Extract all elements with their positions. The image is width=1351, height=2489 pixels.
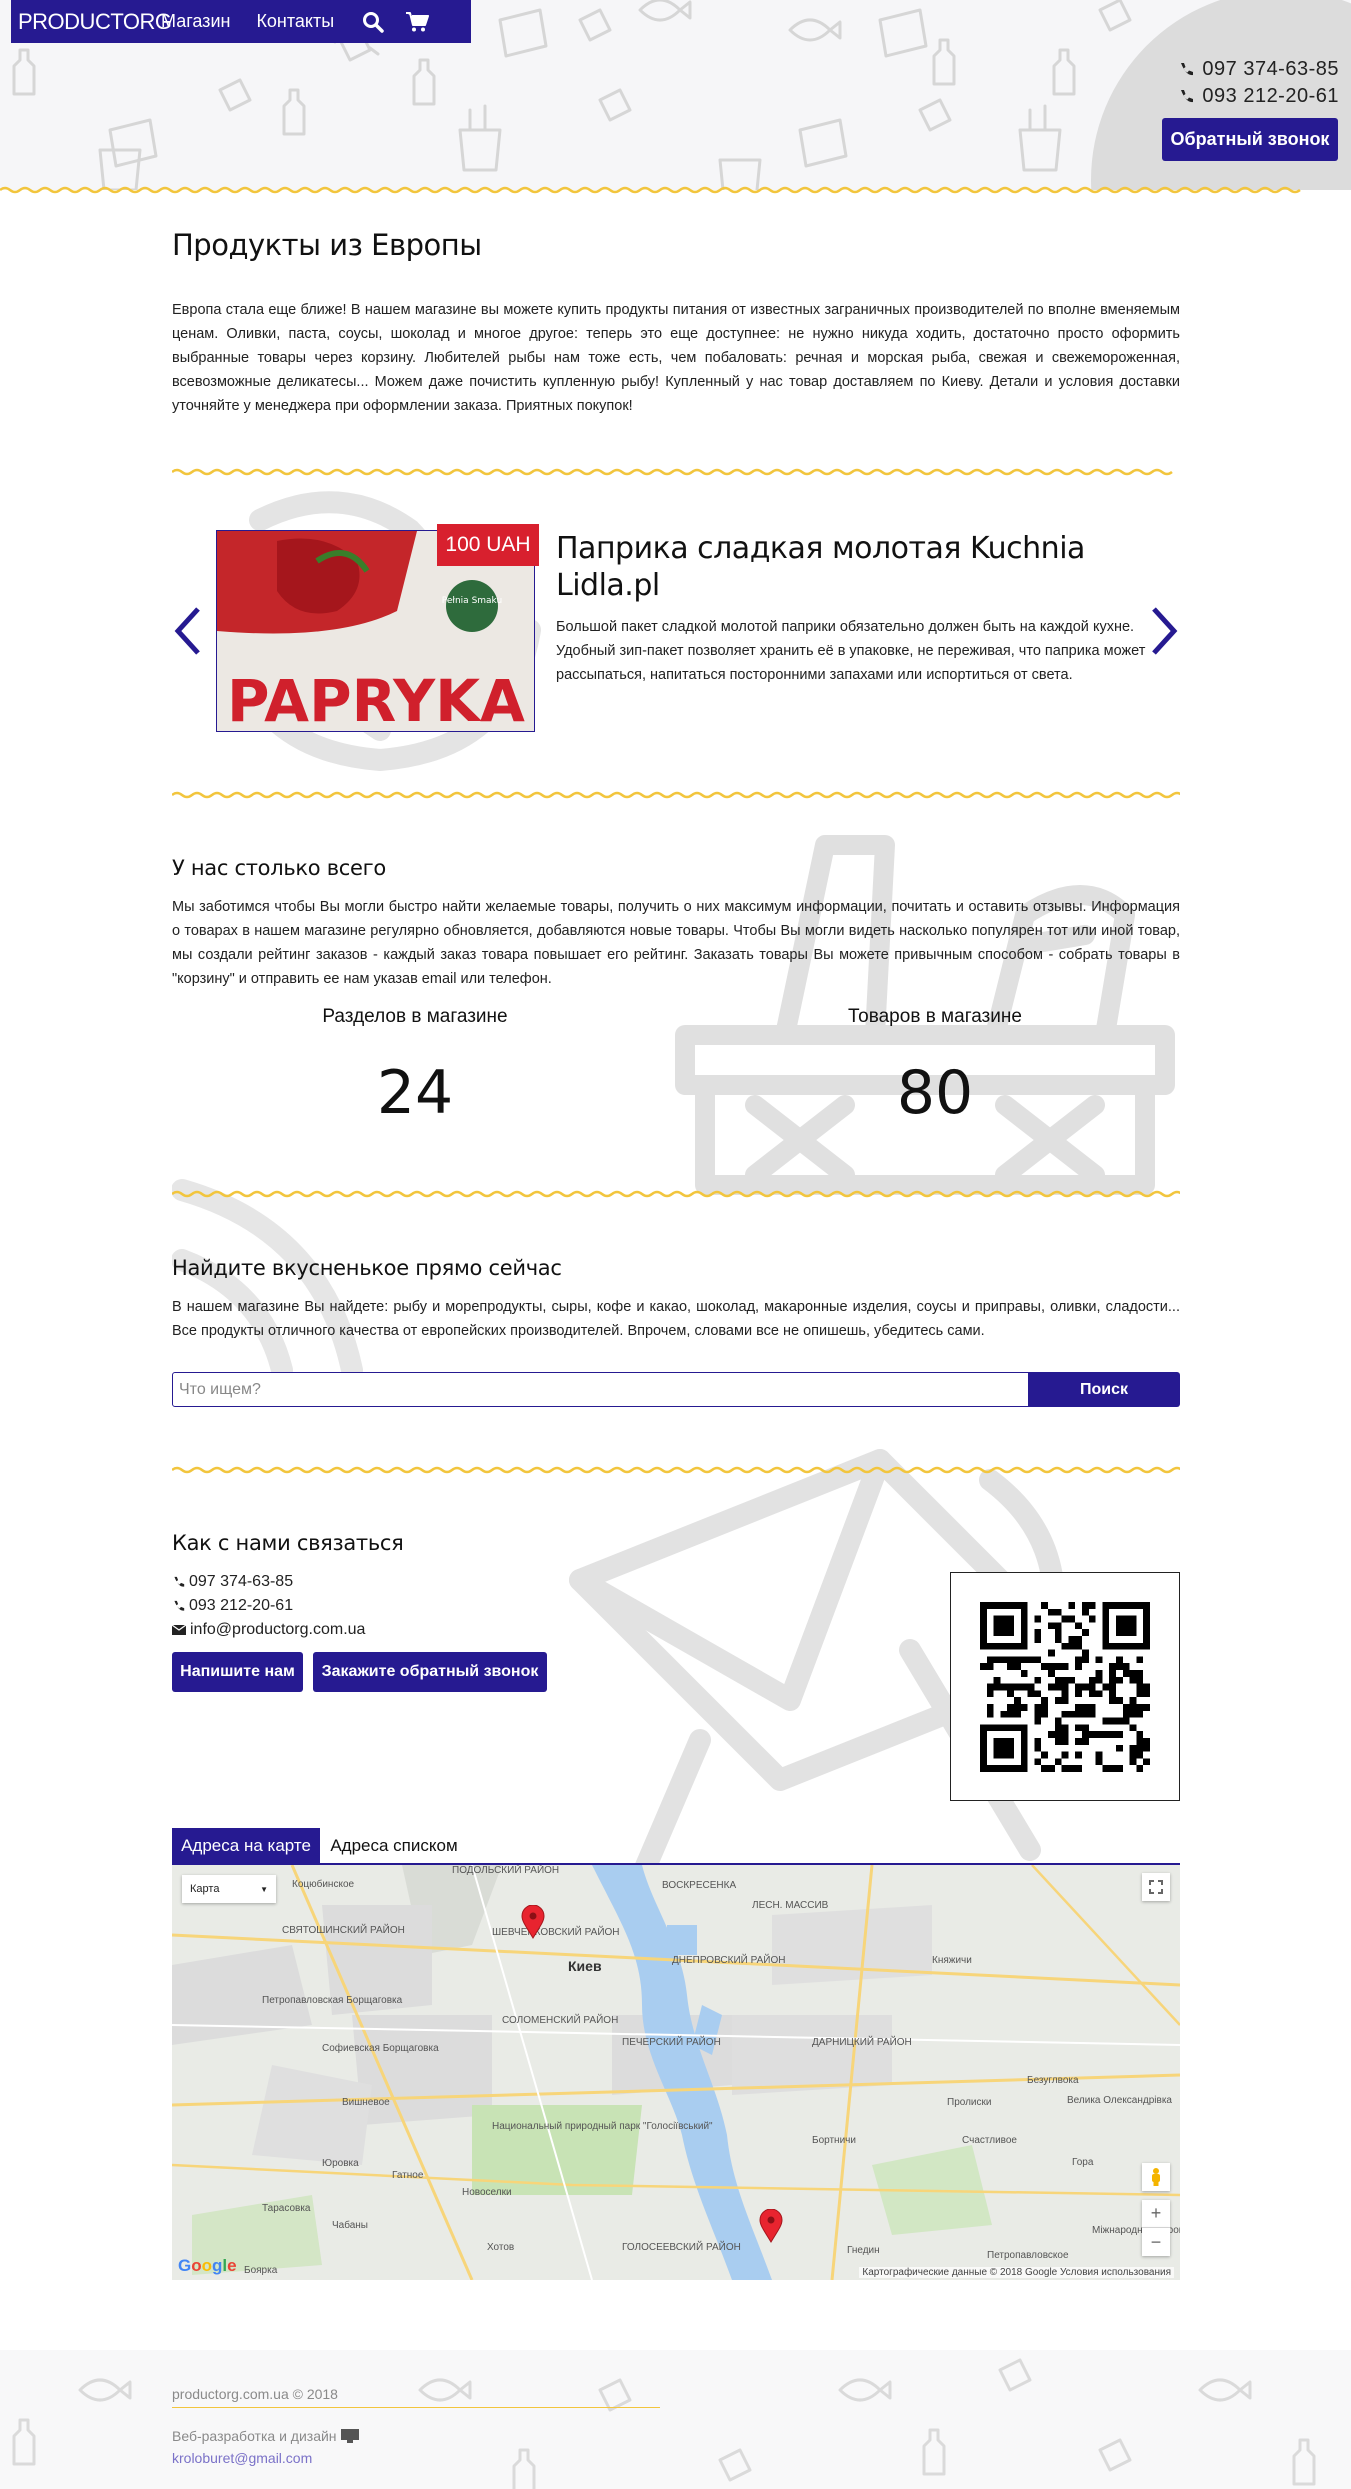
- cart-icon[interactable]: [404, 9, 430, 35]
- zoom-in-icon[interactable]: +: [1142, 2200, 1170, 2228]
- write-us-button[interactable]: Напишите нам: [172, 1652, 303, 1692]
- footer-copyright: productorg.com.ua © 2018: [172, 2386, 338, 2402]
- stats-title: У нас столько всего: [172, 856, 386, 880]
- qr-code-image: [950, 1572, 1180, 1801]
- top-navbar: PRODUCTORG Магазин Контакты: [11, 0, 471, 43]
- contact-email[interactable]: info@productorg.com.ua: [172, 1621, 365, 1639]
- developer-logo-icon: [340, 2429, 359, 2443]
- sections-count: 24: [376, 1058, 454, 1128]
- envelope-icon: [172, 1624, 186, 1635]
- wave-divider: [172, 468, 1173, 476]
- header-phones: 097 374-63-85 093 212-20-61: [1178, 56, 1339, 110]
- slider-prev-arrow-icon[interactable]: [170, 605, 204, 657]
- search-button[interactable]: Поиск: [1028, 1372, 1180, 1407]
- sections-label: Разделов в магазине: [322, 1006, 508, 1027]
- wave-divider: [172, 1190, 1180, 1198]
- contact-phone-2[interactable]: 093 212-20-61: [172, 1597, 293, 1615]
- phone-icon: [1181, 62, 1194, 75]
- products-count: 80: [896, 1058, 974, 1128]
- wave-divider: [172, 1466, 1180, 1474]
- google-logo: Google: [178, 2256, 237, 2275]
- map-attribution[interactable]: Картографические данные © 2018 Google Ус…: [859, 2267, 1174, 2278]
- footer: productorg.com.ua © 2018 Веб-разработка …: [0, 2350, 1351, 2489]
- phone-icon: [174, 1576, 185, 1587]
- qr-code-icon: [980, 1601, 1150, 1772]
- footer-dev-email-link[interactable]: kroloburet@gmail.com: [172, 2450, 312, 2466]
- fullscreen-icon[interactable]: [1142, 1873, 1170, 1901]
- product-title[interactable]: Паприка сладкая молотая Kuchnia Lidla.pl: [556, 530, 1156, 604]
- nav-contacts-link[interactable]: Контакты: [256, 11, 334, 32]
- price-badge: 100 UAH: [437, 524, 539, 566]
- header-phone-2[interactable]: 093 212-20-61: [1178, 83, 1339, 110]
- svg-text:Pełnia Smaku: Pełnia Smaku: [442, 596, 502, 606]
- tab-addresses-map[interactable]: Адреса на карте: [172, 1828, 320, 1864]
- search-title: Найдите вкусненькое прямо сейчас: [172, 1256, 562, 1280]
- brand-logo[interactable]: PRODUCTORG: [11, 9, 172, 35]
- svg-text:PAPRYKA: PAPRYKA: [227, 667, 525, 732]
- nav-shop-link[interactable]: Магазин: [161, 11, 230, 32]
- product-description: Большой пакет сладкой молотой паприки об…: [556, 619, 1146, 683]
- order-callback-button[interactable]: Закажите обратный звонок: [313, 1652, 547, 1692]
- header-phone-1[interactable]: 097 374-63-85: [1178, 56, 1339, 83]
- zoom-out-icon[interactable]: −: [1142, 2228, 1170, 2256]
- footer-dev-credit: Веб-разработка и дизайн: [172, 2428, 359, 2444]
- google-map[interactable]: ПОДОЛЬСКИЙ РАЙОН СВЯТОШИНСКИЙ РАЙОН ШЕВЧ…: [172, 1865, 1180, 2280]
- header-callback-button[interactable]: Обратный звонок: [1162, 118, 1338, 161]
- search-icon[interactable]: [360, 9, 386, 35]
- wave-divider: [172, 791, 1180, 799]
- intro-text: Европа стала еще ближе! В нашем магазине…: [172, 302, 1180, 414]
- phone-icon: [174, 1600, 185, 1611]
- map-city-label: Киев: [568, 1958, 602, 1974]
- contact-phone-1[interactable]: 097 374-63-85: [172, 1573, 293, 1591]
- tab-addresses-list[interactable]: Адреса списком: [320, 1828, 468, 1864]
- street-view-pegman-icon[interactable]: [1142, 2163, 1170, 2191]
- products-label: Товаров в магазине: [848, 1006, 1022, 1027]
- map-marker-icon[interactable]: [759, 2209, 783, 2243]
- contacts-title: Как с нами связаться: [172, 1531, 404, 1555]
- phone-icon: [1181, 89, 1194, 102]
- search-input[interactable]: Что ищем?: [172, 1372, 1029, 1407]
- slider-next-arrow-icon[interactable]: [1148, 605, 1182, 657]
- stats-text: Мы заботимся чтобы Вы могли быстро найти…: [172, 899, 1180, 987]
- map-type-dropdown[interactable]: Карта ▼: [182, 1875, 276, 1903]
- footer-pattern-background: [12, 2358, 1316, 2489]
- map-marker-icon[interactable]: [521, 1905, 545, 1939]
- chevron-down-icon: ▼: [260, 1884, 268, 1894]
- footer-divider: [172, 2407, 660, 2408]
- wave-divider: [0, 186, 1301, 194]
- search-text: В нашем магазине Вы найдете: рыбу и море…: [172, 1299, 1180, 1339]
- page-title: Продукты из Европы: [172, 228, 482, 262]
